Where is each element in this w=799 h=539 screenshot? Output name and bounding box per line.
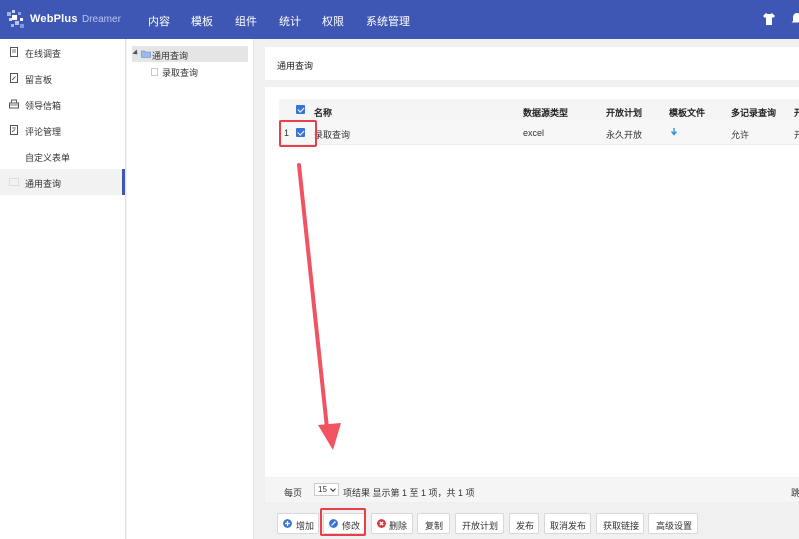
pagination-bar: 每页 15 项结果 显示第 1 至 1 项，共 1 项 跳 xyxy=(265,478,799,502)
advanced-settings-button-label: 高级设置 xyxy=(656,521,693,531)
row-open-plan: 永久开放 xyxy=(606,130,643,140)
brand-subname: Dreamer xyxy=(82,14,121,25)
table-header: 名称 数据源类型 开放计划 模板文件 多记录查询 开 xyxy=(279,99,799,121)
panel-body: 名称 数据源类型 开放计划 模板文件 多记录查询 开 1 录取查询 excel … xyxy=(265,87,799,477)
per-page-label: 每页 xyxy=(284,488,303,498)
table-row[interactable]: 1 录取查询 excel 永久开放 允许 开 xyxy=(279,121,799,145)
column-header[interactable]: 模板文件 xyxy=(669,106,705,119)
tree-node-label: 通用查询 xyxy=(152,51,189,61)
tree-node-label: 录取查询 xyxy=(162,68,199,78)
nav-permission[interactable]: 权限 xyxy=(322,13,344,29)
tree-expand-icon[interactable] xyxy=(132,49,140,57)
top-bar: WebPlus Dreamer 内容 模板 组件 统计 权限 系统管理 xyxy=(0,0,799,39)
shirt-icon[interactable] xyxy=(762,12,776,26)
row-multi-record: 允许 xyxy=(731,130,750,140)
nav-statistics[interactable]: 统计 xyxy=(279,13,301,29)
nav-template[interactable]: 模板 xyxy=(191,13,213,29)
row-source-type: excel xyxy=(523,128,545,138)
panel-header: 通用查询 xyxy=(265,47,799,80)
delete-circle-icon xyxy=(377,519,386,528)
open-plan-button-label: 开放计划 xyxy=(462,521,499,531)
sidebar-item-message-board[interactable]: 留言板 xyxy=(0,65,125,91)
per-page-select[interactable]: 15 xyxy=(314,483,339,496)
row-name: 录取查询 xyxy=(314,130,351,140)
checkbox-highlight-box xyxy=(279,120,317,147)
chevron-down-icon xyxy=(330,486,336,492)
add-button[interactable]: 增加 xyxy=(277,513,319,534)
nav-content[interactable]: 内容 xyxy=(148,13,170,29)
download-icon[interactable] xyxy=(670,128,678,137)
document-icon xyxy=(151,68,158,76)
column-header[interactable]: 多记录查询 xyxy=(731,106,776,119)
sidebar: 在线调查 留言板 领导信箱 评论管理 自定义表单 通用查询 xyxy=(0,39,126,539)
survey-icon xyxy=(10,47,18,57)
sidebar-item-survey[interactable]: 在线调查 xyxy=(0,39,125,65)
delete-button[interactable]: 删除 xyxy=(371,513,413,534)
delete-button-label: 删除 xyxy=(389,521,408,531)
plus-circle-icon xyxy=(283,519,292,528)
sidebar-item-label: 领导信箱 xyxy=(25,101,62,111)
unpublish-button[interactable]: 取消发布 xyxy=(544,513,591,534)
publish-button-label: 发布 xyxy=(516,521,535,531)
main-content: 通用查询 名称 数据源类型 开放计划 模板文件 多记录查询 开 1 录取查询 e… xyxy=(255,39,799,539)
sidebar-item-general-query[interactable]: 通用查询 xyxy=(0,169,125,195)
sidebar-item-custom-form[interactable]: 自定义表单 xyxy=(0,143,125,169)
jump-label[interactable]: 跳 xyxy=(791,486,799,499)
copy-button-label: 复制 xyxy=(425,521,444,531)
column-header[interactable]: 名称 xyxy=(314,106,332,119)
logo-icon xyxy=(7,10,24,28)
query-tree: 通用查询 录取查询 xyxy=(127,39,254,539)
mailbox-icon xyxy=(9,99,19,109)
nav-component[interactable]: 组件 xyxy=(235,13,257,29)
brand-name: WebPlus xyxy=(30,13,78,25)
advanced-settings-button[interactable]: 高级设置 xyxy=(648,513,698,534)
select-all-checkbox[interactable] xyxy=(296,105,305,114)
folder-icon xyxy=(141,50,151,58)
add-button-label: 增加 xyxy=(296,521,315,531)
column-header[interactable]: 开 xyxy=(794,106,799,119)
query-icon xyxy=(9,178,19,186)
logo[interactable]: WebPlus Dreamer xyxy=(6,9,121,31)
edit-button-highlight-box xyxy=(320,508,366,536)
tree-node-root[interactable]: 通用查询 xyxy=(132,46,248,62)
sidebar-item-mailbox[interactable]: 领导信箱 xyxy=(0,91,125,117)
sidebar-item-label: 评论管理 xyxy=(25,127,62,137)
bell-icon[interactable] xyxy=(790,12,799,26)
open-plan-button[interactable]: 开放计划 xyxy=(455,513,504,534)
sidebar-item-label: 留言板 xyxy=(25,75,53,85)
publish-button[interactable]: 发布 xyxy=(509,513,539,534)
nav-system[interactable]: 系统管理 xyxy=(366,13,410,29)
pagination-summary: 项结果 显示第 1 至 1 项，共 1 项 xyxy=(343,488,475,498)
sidebar-item-label: 自定义表单 xyxy=(25,153,71,163)
copy-button[interactable]: 复制 xyxy=(417,513,450,534)
column-header[interactable]: 开放计划 xyxy=(606,106,642,119)
get-link-button-label: 获取链接 xyxy=(603,521,640,531)
page-title: 通用查询 xyxy=(277,61,314,71)
per-page-value: 15 xyxy=(318,485,327,494)
comment-icon xyxy=(10,125,18,135)
unpublish-button-label: 取消发布 xyxy=(550,521,587,531)
get-link-button[interactable]: 获取链接 xyxy=(596,513,644,534)
column-header[interactable]: 数据源类型 xyxy=(523,106,568,119)
message-board-icon xyxy=(10,73,18,83)
sidebar-item-comment[interactable]: 评论管理 xyxy=(0,117,125,143)
sidebar-item-label: 通用查询 xyxy=(25,179,62,189)
sidebar-item-label: 在线调查 xyxy=(25,49,62,59)
row-status: 开 xyxy=(794,130,799,140)
